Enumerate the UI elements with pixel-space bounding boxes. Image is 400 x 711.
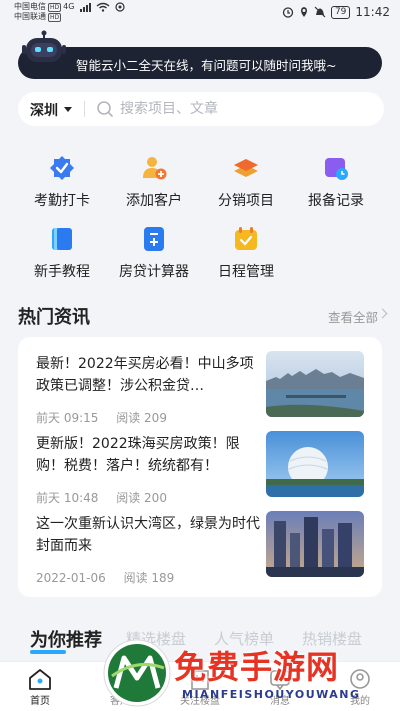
battery-indicator: 79 (330, 5, 351, 19)
search-bar: 深圳 (18, 92, 384, 126)
news-thumbnail (266, 511, 364, 577)
news-item[interactable]: 更新版！2022珠海买房政策！限购！税费！落户！统统都有！ 前天 10:48 阅… (18, 431, 382, 513)
robot-assistant-icon[interactable] (20, 30, 68, 68)
action-label: 考勤打卡 (34, 193, 90, 209)
news-title: 更新版！2022珠海买房政策！限购！税费！落户！统统都有！ (36, 436, 240, 474)
add-user-icon (143, 157, 167, 180)
assistant-banner-text: 智能云小二全天在线，有问题可以随时问我哦~ (76, 58, 337, 73)
hot-news-title: 热门资讯 (18, 307, 90, 328)
carrier-info: 中国电信 HD 4G 中国联通 HD (14, 2, 126, 22)
hd-badge: HD (48, 2, 62, 12)
action-mortgage-calculator[interactable]: 房贷计算器 (109, 226, 199, 286)
watermark-logo (103, 639, 171, 707)
location-icon (300, 7, 307, 17)
notification-icon (115, 2, 126, 12)
calendar-clock-icon (325, 158, 348, 180)
action-attendance[interactable]: 考勤打卡 (17, 155, 107, 215)
watermark: 免费手游网 MIANFEISHOUYOUWANG (102, 638, 378, 710)
chevron-right-icon[interactable] (377, 308, 388, 319)
clock: 11:42 (355, 5, 390, 19)
mute-icon (314, 6, 326, 18)
news-title: 最新！2022年买房必看！中山多项政策已调整！涉公积金贷… (36, 356, 254, 394)
action-schedule[interactable]: 日程管理 (201, 226, 291, 286)
city-selector[interactable]: 深圳 (30, 100, 58, 120)
news-item[interactable]: 最新！2022年买房必看！中山多项政策已调整！涉公积金贷… 前天 09:15 阅… (18, 351, 382, 433)
watermark-subtext: MIANFEISHOUYOUWANG (182, 688, 361, 701)
news-card: 最新！2022年买房必看！中山多项政策已调整！涉公积金贷… 前天 09:15 阅… (18, 337, 382, 597)
news-title: 这一次重新认识大湾区，绿景为时代封面而来 (36, 516, 260, 554)
news-meta: 2022-01-06 阅读 189 (36, 569, 174, 586)
active-tab-indicator (30, 650, 66, 654)
action-label: 报备记录 (308, 193, 364, 209)
status-bar: 中国电信 HD 4G 中国联通 HD 79 11:42 (0, 0, 400, 24)
assistant-banner[interactable]: 智能云小二全天在线，有问题可以随时问我哦~ (18, 47, 382, 79)
action-label: 新手教程 (34, 264, 90, 280)
check-badge-icon (50, 156, 74, 180)
action-report-records[interactable]: 报备记录 (291, 155, 381, 215)
alarm-icon (282, 7, 294, 18)
news-time: 2022-01-06 (36, 571, 106, 585)
carrier-1: 中国电信 (14, 2, 46, 11)
news-reads: 阅读 209 (116, 411, 167, 425)
layers-icon (234, 159, 258, 177)
action-distribution-project[interactable]: 分销项目 (201, 155, 291, 215)
wifi-icon (96, 2, 110, 12)
home-icon (29, 669, 51, 690)
recommend-title[interactable]: 为你推荐 (30, 626, 102, 652)
calculator-icon (144, 227, 164, 251)
tab-label: 首页 (30, 696, 50, 707)
action-add-customer[interactable]: 添加客户 (109, 155, 199, 215)
news-meta: 前天 09:15 阅读 209 (36, 409, 167, 426)
action-label: 房贷计算器 (119, 264, 189, 280)
news-time: 前天 10:48 (36, 491, 99, 505)
action-label: 添加客户 (126, 193, 182, 209)
action-tutorial[interactable]: 新手教程 (17, 226, 107, 286)
news-reads: 阅读 200 (116, 491, 167, 505)
network-type: 4G (63, 2, 75, 11)
watermark-text: 免费手游网 (174, 648, 340, 686)
book-icon (52, 228, 72, 250)
news-time: 前天 09:15 (36, 411, 99, 425)
action-label: 分销项目 (218, 193, 274, 209)
hd-badge-2: HD (48, 12, 62, 22)
action-label: 日程管理 (218, 264, 274, 280)
schedule-icon (235, 227, 257, 250)
signal-icon (80, 2, 92, 12)
tab-home[interactable]: 首页 (10, 668, 70, 707)
search-input[interactable] (120, 99, 350, 119)
view-all-link[interactable]: 查看全部 (328, 307, 378, 326)
news-item[interactable]: 这一次重新认识大湾区，绿景为时代封面而来 2022-01-06 阅读 189 (18, 511, 382, 593)
news-reads: 阅读 189 (123, 571, 175, 585)
search-icon (97, 101, 113, 117)
news-thumbnail (266, 351, 364, 417)
news-meta: 前天 10:48 阅读 200 (36, 489, 167, 506)
divider (84, 101, 85, 117)
caret-down-icon[interactable] (64, 107, 72, 112)
news-thumbnail (266, 431, 364, 497)
carrier-2: 中国联通 (14, 12, 46, 21)
